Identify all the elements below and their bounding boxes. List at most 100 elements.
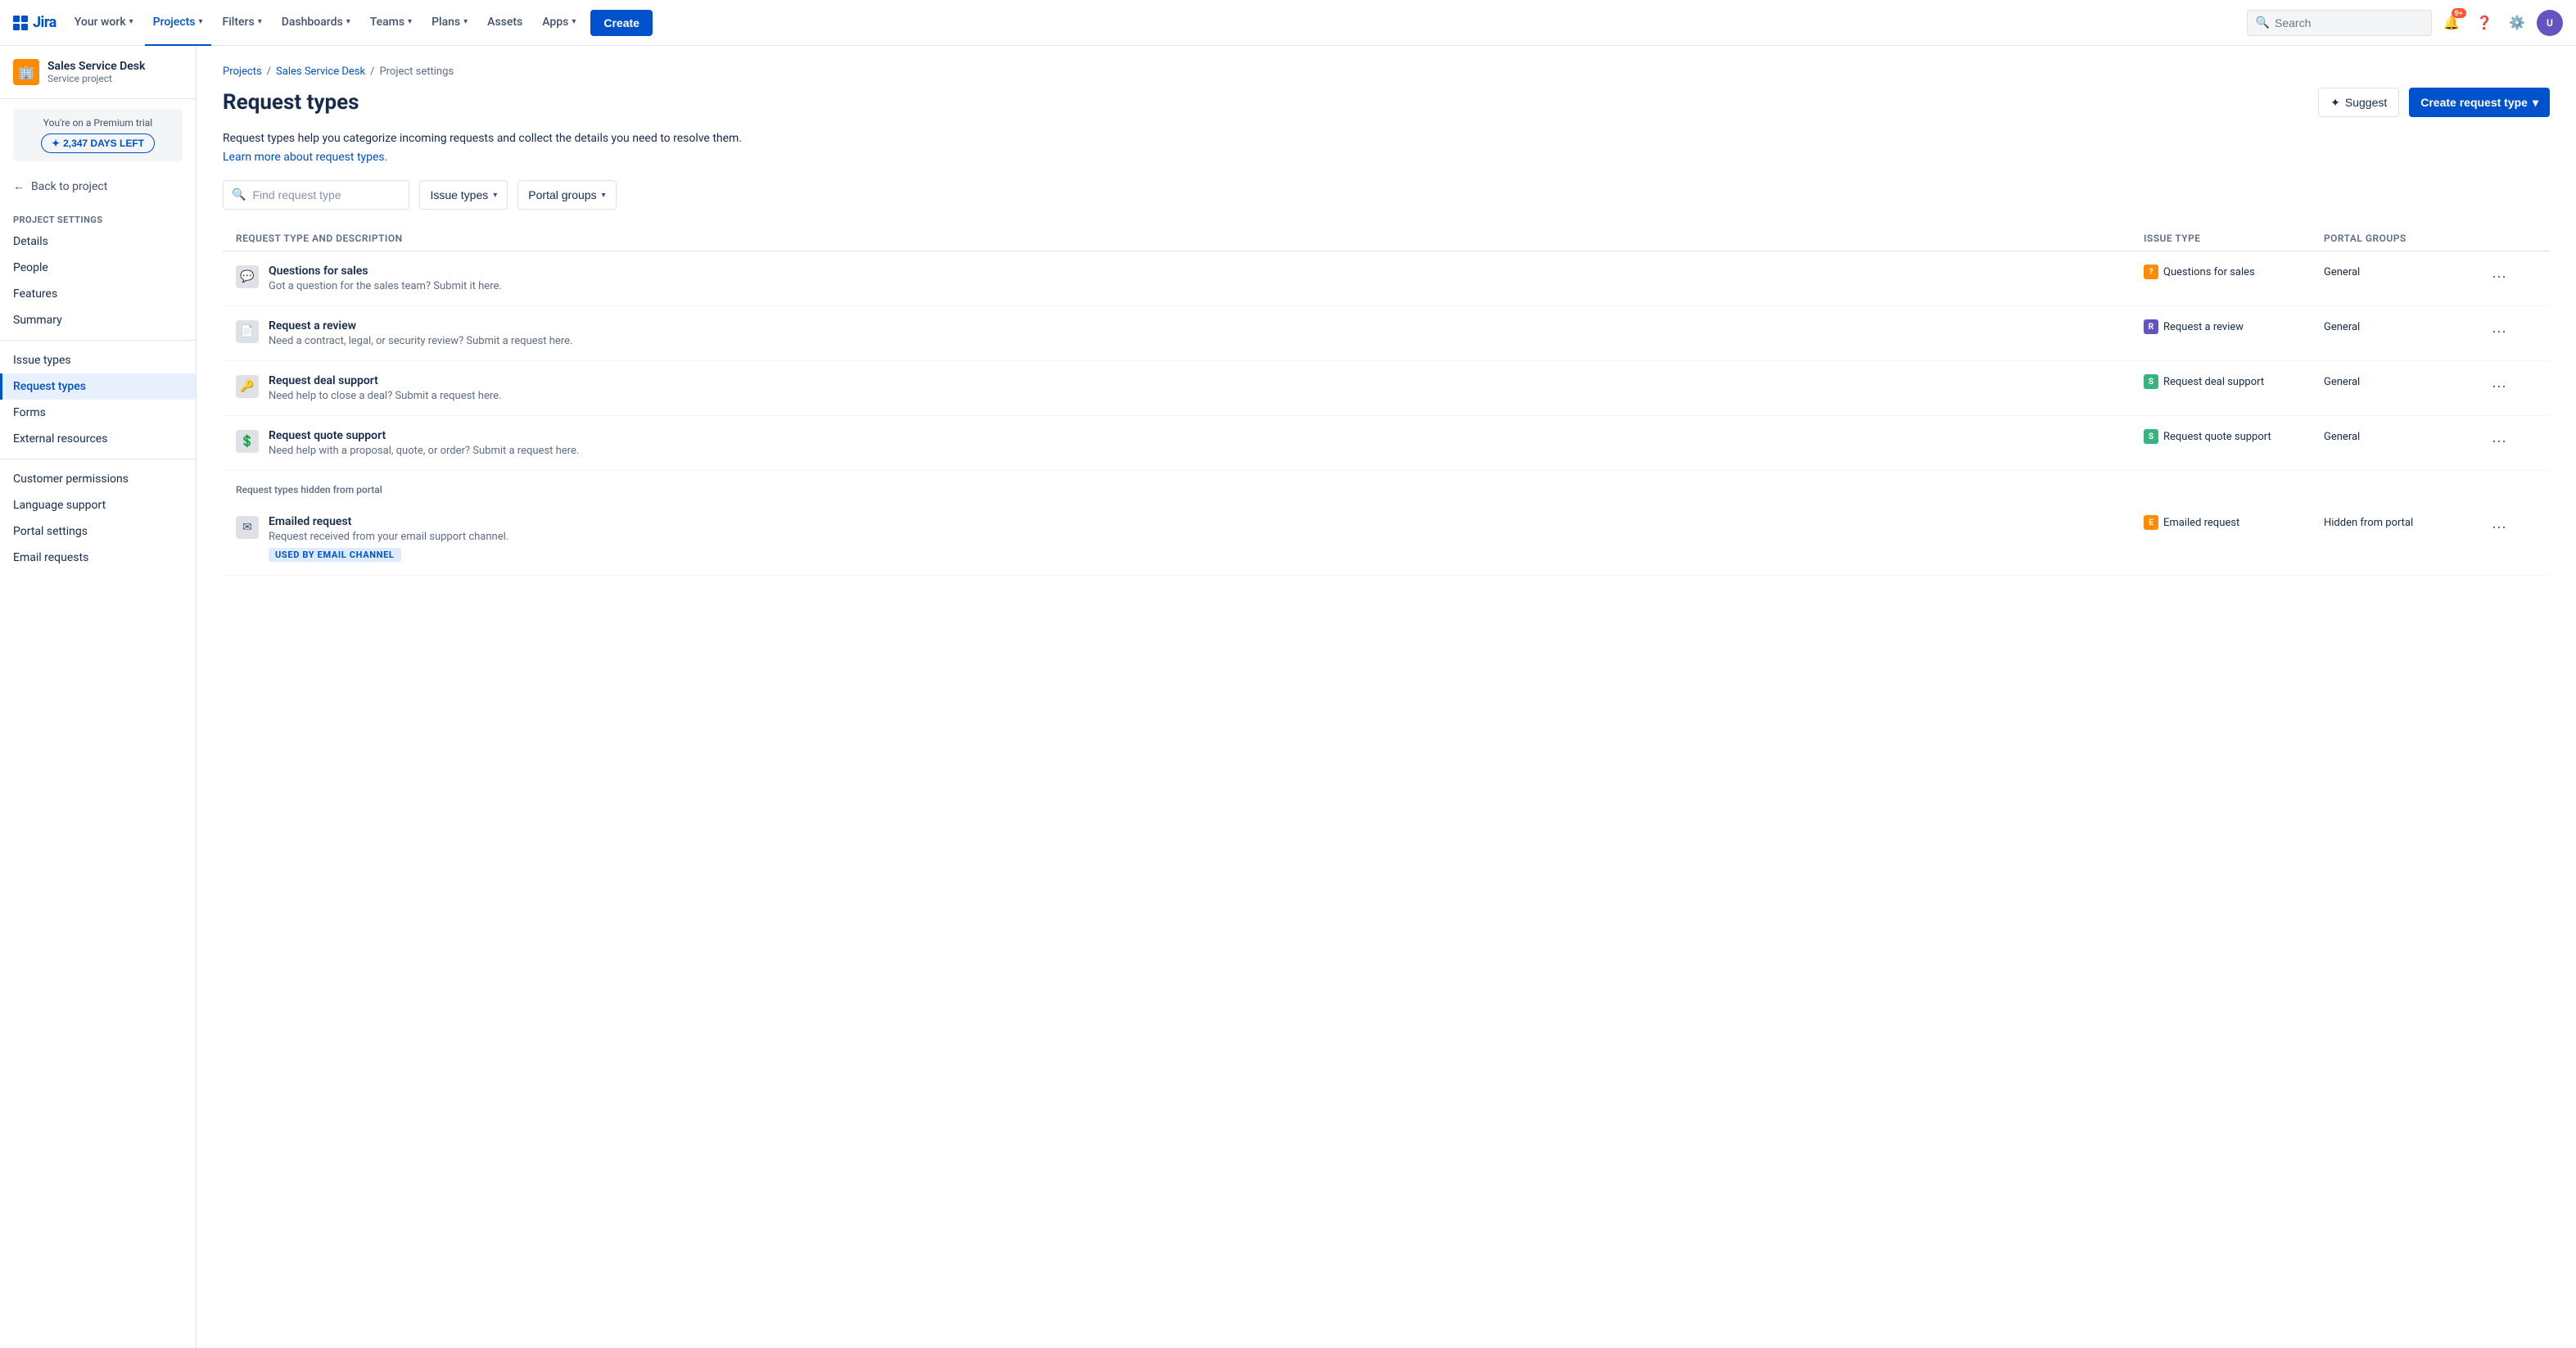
portal-group: General (2324, 265, 2488, 278)
request-type-icon: 💲 (236, 430, 259, 453)
top-navigation: Jira Your work ▾ Projects ▾ Filters ▾ Da… (0, 0, 2576, 46)
sidebar-project-header: 🏢 Sales Service Desk Service project (0, 46, 196, 99)
grid-icon (13, 16, 28, 30)
breadcrumb-projects[interactable]: Projects (223, 66, 262, 78)
learn-more-link[interactable]: Learn more about request types. (223, 151, 387, 164)
trial-days-button[interactable]: ✦ 2,347 DAYS LEFT (41, 133, 155, 153)
col-portal-groups: Portal groups (2324, 233, 2488, 244)
sidebar-project-details: Sales Service Desk Service project (47, 60, 145, 84)
nav-item-dashboards[interactable]: Dashboards ▾ (273, 0, 359, 46)
suggest-button[interactable]: ✦ Suggest (2318, 88, 2399, 117)
breadcrumb-sales-service-desk[interactable]: Sales Service Desk (276, 66, 365, 78)
create-button[interactable]: Create (590, 10, 653, 36)
request-desc: Need help with a proposal, quote, or ord… (269, 445, 579, 457)
chevron-down-icon: ▾ (129, 17, 133, 26)
nav-logo[interactable]: Jira (13, 14, 56, 31)
more-menu-button[interactable]: ··· (2488, 265, 2510, 287)
nav-item-apps[interactable]: Apps ▾ (534, 0, 584, 46)
sidebar-section-title: Project settings (0, 201, 196, 228)
issue-type-icon: E (2144, 515, 2158, 530)
col-issue-type: Issue type (2144, 233, 2324, 244)
issue-type-badge: E Emailed request (2144, 515, 2324, 530)
search-icon: 🔍 (232, 188, 246, 201)
issue-type-badge: ? Questions for sales (2144, 265, 2324, 279)
search-input[interactable] (252, 188, 400, 201)
back-label: Back to project (31, 180, 107, 193)
portal-group: General (2324, 374, 2488, 388)
more-menu-button[interactable]: ··· (2488, 515, 2510, 538)
request-name: Request a review (269, 319, 572, 332)
table-row: 💲 Request quote support Need help with a… (223, 416, 2550, 471)
sidebar-item-features[interactable]: Features (0, 281, 196, 307)
trial-days-label: 2,347 DAYS LEFT (63, 138, 144, 149)
issue-type-badge: S Request quote support (2144, 429, 2324, 444)
chevron-down-icon: ▾ (572, 17, 576, 26)
sidebar: 🏢 Sales Service Desk Service project You… (0, 46, 197, 1348)
chevron-down-icon: ▾ (408, 17, 412, 26)
portal-group: Hidden from portal (2324, 515, 2488, 529)
search-icon: 🔍 (2256, 16, 2270, 29)
sidebar-item-customer-permissions[interactable]: Customer permissions (0, 466, 196, 492)
sidebar-item-request-types[interactable]: Request types (0, 373, 196, 400)
request-type-info: Questions for sales Got a question for t… (269, 265, 502, 292)
avatar[interactable]: U (2537, 10, 2563, 36)
nav-item-your-work[interactable]: Your work ▾ (66, 0, 142, 46)
chevron-down-icon: ▾ (463, 17, 468, 26)
issue-types-filter[interactable]: Issue types ▾ (419, 180, 508, 210)
chevron-down-icon: ▾ (199, 17, 203, 26)
trial-banner: You're on a Premium trial ✦ 2,347 DAYS L… (13, 109, 183, 161)
sidebar-item-portal-settings[interactable]: Portal settings (0, 518, 196, 545)
sidebar-item-external-resources[interactable]: External resources (0, 426, 196, 452)
back-to-project[interactable]: ← Back to project (0, 171, 196, 201)
issue-type-icon: ? (2144, 265, 2158, 279)
sidebar-item-forms[interactable]: Forms (0, 400, 196, 426)
nav-item-filters[interactable]: Filters ▾ (215, 0, 270, 46)
nav-item-projects[interactable]: Projects ▾ (145, 0, 211, 46)
more-menu-button[interactable]: ··· (2488, 319, 2510, 342)
sidebar-item-summary[interactable]: Summary (0, 307, 196, 333)
more-menu-button[interactable]: ··· (2488, 429, 2510, 452)
page-title: Request types (223, 90, 359, 115)
request-desc: Need help to close a deal? Submit a requ… (269, 390, 501, 402)
page-header: Request types ✦ Suggest Create request t… (223, 88, 2550, 117)
used-by-email-badge: USED BY EMAIL CHANNEL (269, 548, 401, 562)
request-type-info: Request a review Need a contract, legal,… (269, 319, 572, 347)
request-type-info: Request quote support Need help with a p… (269, 429, 579, 457)
create-request-type-button[interactable]: Create request type ▾ (2409, 88, 2550, 117)
request-type-icon: ✉ (236, 516, 259, 539)
sidebar-item-email-requests[interactable]: Email requests (0, 545, 196, 571)
breadcrumb-sep-2: / (370, 66, 374, 78)
sidebar-item-people[interactable]: People (0, 255, 196, 281)
breadcrumb: Projects / Sales Service Desk / Project … (223, 66, 2550, 78)
request-type-icon: 🔑 (236, 375, 259, 398)
request-name: Request quote support (269, 429, 579, 442)
request-type-search[interactable]: 🔍 (223, 180, 409, 210)
page-actions: ✦ Suggest Create request type ▾ (2318, 88, 2550, 117)
notifications-button[interactable]: 🔔 9+ (2438, 10, 2465, 36)
settings-button[interactable]: ⚙️ (2504, 10, 2530, 36)
request-type-col: 📄 Request a review Need a contract, lega… (236, 319, 2144, 347)
nav-item-plans[interactable]: Plans ▾ (423, 0, 476, 46)
request-desc: Need a contract, legal, or security revi… (269, 335, 572, 347)
request-name: Request deal support (269, 374, 501, 387)
request-type-col: 💲 Request quote support Need help with a… (236, 429, 2144, 457)
help-button[interactable]: ❓ (2471, 10, 2497, 36)
more-menu-button[interactable]: ··· (2488, 374, 2510, 397)
nav-item-assets[interactable]: Assets (479, 0, 531, 46)
nav-item-teams[interactable]: Teams ▾ (362, 0, 420, 46)
chevron-down-icon: ▾ (258, 17, 262, 26)
sidebar-item-details[interactable]: Details (0, 228, 196, 255)
suggest-icon: ✦ (2330, 96, 2340, 110)
sidebar-item-issue-types[interactable]: Issue types (0, 347, 196, 373)
portal-groups-filter[interactable]: Portal groups ▾ (517, 180, 616, 210)
chevron-down-icon: ▾ (493, 191, 497, 200)
sidebar-item-language-support[interactable]: Language support (0, 492, 196, 518)
search-bar[interactable]: 🔍 (2247, 10, 2432, 36)
search-input[interactable] (2275, 16, 2423, 29)
app-layout: 🏢 Sales Service Desk Service project You… (0, 46, 2576, 1348)
main-content: Projects / Sales Service Desk / Project … (197, 46, 2576, 1348)
breadcrumb-sep-1: / (267, 66, 271, 78)
table-header: Request type and description Issue type … (223, 226, 2550, 251)
back-icon: ← (13, 179, 25, 193)
issue-type-icon: S (2144, 429, 2158, 444)
